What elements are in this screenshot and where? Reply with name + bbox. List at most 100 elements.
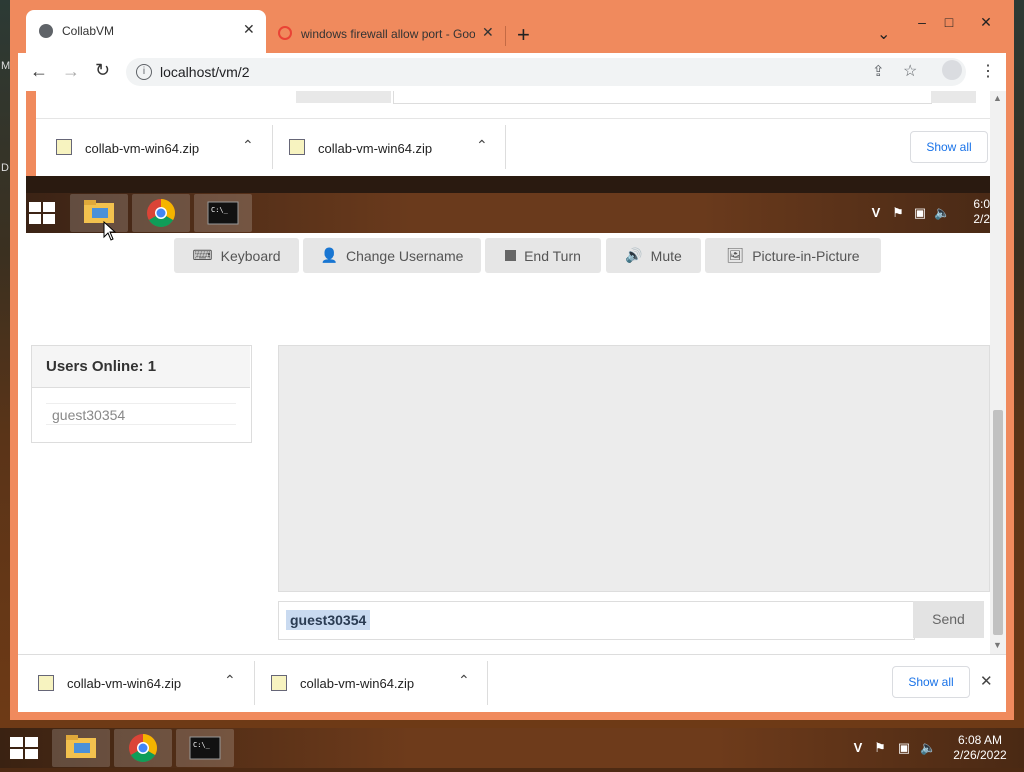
tab-title: windows firewall allow port - Goo: [301, 27, 475, 41]
bookmark-star-icon[interactable]: ☆: [903, 61, 917, 81]
flag-icon[interactable]: ⚑: [890, 205, 906, 221]
profile-avatar-icon[interactable]: [942, 60, 962, 80]
zip-file-icon: [38, 675, 54, 691]
zip-file-icon: [56, 139, 72, 155]
back-button[interactable]: ←: [30, 61, 48, 82]
mute-label: Mute: [650, 247, 682, 264]
file-explorer-icon[interactable]: [52, 729, 110, 767]
tray-v-icon[interactable]: V: [850, 740, 866, 756]
vm-download-name[interactable]: collab-vm-win64.zip: [85, 141, 199, 156]
show-all-button[interactable]: Show all: [892, 666, 970, 698]
taskbar: C:\_ V ⚑ ▣ 🔈 6:08 AM 2/26/2022: [0, 728, 1024, 768]
command-prompt-icon[interactable]: C:\_: [176, 729, 234, 767]
forward-button[interactable]: →: [62, 61, 80, 82]
picture-icon: 🖼: [726, 247, 745, 263]
divider: [505, 125, 506, 169]
zip-file-icon: [271, 675, 287, 691]
volume-muted-icon[interactable]: 🔈: [934, 205, 950, 221]
clock-date: 2/26/2022: [953, 748, 1007, 762]
keyboard-icon: ⌨: [192, 247, 213, 263]
vm-download-bar[interactable]: collab-vm-win64.zip ⌃ collab-vm-win64.zi…: [36, 118, 990, 177]
divider: [487, 661, 488, 705]
new-tab-button[interactable]: +: [517, 22, 530, 48]
zip-file-icon: [289, 139, 305, 155]
system-clock[interactable]: 6:08 AM 2/26/2022: [944, 733, 1016, 763]
picture-in-picture-label: Picture-in-Picture: [752, 247, 860, 264]
keyboard-button[interactable]: ⌨ Keyboard: [174, 238, 299, 273]
network-icon[interactable]: ▣: [896, 740, 912, 756]
chevron-up-icon[interactable]: ⌃: [224, 672, 236, 689]
tab-title: CollabVM: [62, 24, 115, 38]
divider: [272, 125, 273, 169]
network-icon[interactable]: ▣: [912, 205, 928, 221]
clock-time: 6:08 AM: [957, 733, 1003, 747]
vm-clock[interactable]: 6:0 2/2: [966, 197, 990, 227]
chrome-icon[interactable]: [132, 194, 190, 232]
mute-button[interactable]: 🔊 Mute: [606, 238, 701, 273]
desktop-edge-letter-m: M: [1, 60, 11, 72]
chat-username-label: guest30354: [286, 610, 371, 630]
chrome-icon[interactable]: [114, 729, 172, 767]
volume-muted-icon[interactable]: 🔈: [920, 740, 936, 756]
windows-start-icon[interactable]: [29, 202, 55, 224]
users-online-heading: Users Online: 1: [32, 346, 250, 388]
chevron-up-icon[interactable]: ⌃: [458, 672, 470, 689]
reload-button[interactable]: ↻: [95, 60, 110, 81]
chevron-up-icon[interactable]: ⌃: [242, 137, 254, 154]
svg-text:C:\_: C:\_: [193, 741, 211, 749]
vm-tray-v-icon[interactable]: V: [868, 205, 884, 221]
svg-text:C:\_: C:\_: [211, 206, 229, 214]
tab-divider: [505, 26, 506, 46]
windows-start-icon[interactable]: [10, 737, 38, 759]
end-turn-label: End Turn: [524, 247, 581, 264]
url-text[interactable]: localhost/vm/2: [160, 64, 249, 80]
picture-in-picture-button[interactable]: 🖼 Picture-in-Picture: [705, 238, 881, 273]
tab-collabvm[interactable]: CollabVM ✕: [26, 10, 266, 53]
keyboard-label: Keyboard: [220, 247, 281, 264]
end-turn-button[interactable]: End Turn: [485, 238, 601, 273]
scroll-up-arrow-icon[interactable]: ▲: [993, 93, 1002, 103]
desktop-edge-letter-d: D: [1, 162, 9, 174]
file-explorer-icon[interactable]: [70, 194, 128, 232]
tab-search-button[interactable]: ⌄: [877, 24, 890, 44]
close-window-button[interactable]: ✕: [974, 12, 998, 32]
google-icon: [278, 26, 292, 40]
divider: [254, 661, 255, 705]
mouse-cursor-icon: [103, 221, 117, 241]
change-username-label: Change Username: [345, 247, 464, 264]
vm-clock-date: 2/2: [973, 212, 990, 226]
vm-clock-time: 6:0: [973, 197, 990, 211]
scroll-down-arrow-icon[interactable]: ▼: [993, 640, 1002, 650]
close-tab-icon[interactable]: ✕: [482, 24, 494, 41]
user-icon: 👤: [320, 247, 338, 263]
vm-remote-input: [393, 91, 932, 104]
vm-remote-field: [296, 91, 391, 103]
stop-icon: [505, 250, 517, 261]
user-list-item[interactable]: guest30354: [46, 403, 236, 425]
info-icon[interactable]: i: [136, 64, 152, 80]
browser-menu-icon[interactable]: ⋮: [980, 61, 996, 81]
close-download-bar-icon[interactable]: ✕: [980, 672, 993, 690]
chevron-up-icon[interactable]: ⌃: [476, 137, 488, 154]
send-button[interactable]: Send: [913, 601, 984, 638]
address-bar[interactable]: i localhost/vm/2 ⇪ ☆: [126, 58, 966, 86]
download-item-name[interactable]: collab-vm-win64.zip: [67, 676, 181, 691]
download-bar: collab-vm-win64.zip ⌃ collab-vm-win64.zi…: [18, 654, 1006, 712]
maximize-button[interactable]: □: [937, 12, 961, 32]
chat-log[interactable]: [278, 345, 990, 592]
vm-remote-button: [931, 91, 976, 103]
flag-icon[interactable]: ⚑: [872, 740, 888, 756]
close-tab-icon[interactable]: ✕: [243, 21, 255, 38]
globe-icon: [39, 24, 53, 38]
command-prompt-icon[interactable]: C:\_: [194, 194, 252, 232]
download-item-name[interactable]: collab-vm-win64.zip: [300, 676, 414, 691]
scrollbar-thumb[interactable]: [993, 410, 1003, 635]
vm-screen-gap: [26, 176, 990, 193]
share-icon[interactable]: ⇪: [872, 62, 885, 80]
change-username-button[interactable]: 👤 Change Username: [303, 238, 481, 273]
vm-show-all-button[interactable]: Show all: [910, 131, 988, 163]
tab-firewall-search[interactable]: windows firewall allow port - Goo ✕: [275, 18, 505, 48]
minimize-button[interactable]: –: [910, 12, 934, 32]
vm-download-name[interactable]: collab-vm-win64.zip: [318, 141, 432, 156]
chat-input[interactable]: [278, 601, 915, 640]
